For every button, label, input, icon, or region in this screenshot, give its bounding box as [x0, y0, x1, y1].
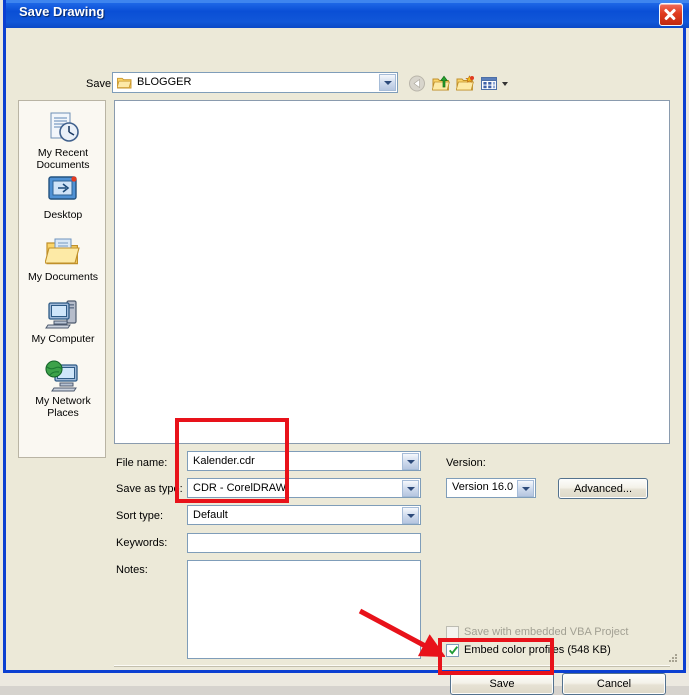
place-my-documents[interactable]: My Documents — [19, 235, 107, 283]
annotation-arrow-to-save — [358, 608, 445, 657]
file-name-label: File name: — [116, 457, 168, 469]
desktop-icon — [48, 176, 77, 200]
place-my-network-places[interactable]: My Network Places — [19, 359, 107, 419]
places-bar: My Recent Documents Desktop My Documents… — [18, 100, 106, 458]
sort-type-chevron-down-icon[interactable] — [402, 507, 419, 524]
sort-type-value: Default — [193, 509, 228, 521]
place-label-line1: My Computer — [31, 333, 95, 345]
my-documents-icon — [45, 238, 80, 265]
version-chevron-down-icon[interactable] — [517, 480, 534, 497]
chevron-glyph — [407, 460, 415, 464]
bottom-divider — [114, 665, 670, 667]
annotation-rect-save-button — [438, 638, 554, 675]
version-combobox[interactable]: Version 16.0 — [446, 478, 536, 498]
back-arrow-icon[interactable] — [408, 75, 427, 92]
dialog-client-area: Save in: BLOGGER My Recent Documents Des… — [6, 28, 683, 695]
save-button[interactable]: Save — [450, 673, 554, 695]
resize-gripper[interactable] — [667, 652, 679, 664]
up-folder-icon[interactable] — [432, 75, 451, 92]
keywords-input[interactable] — [187, 533, 421, 553]
chevron-down-icon[interactable] — [379, 74, 396, 91]
place-label-line1: Desktop — [43, 209, 83, 221]
sort-type-label: Sort type: — [116, 510, 164, 522]
file-list-pane[interactable] — [114, 100, 670, 444]
views-chevron-down-icon[interactable] — [502, 82, 508, 86]
chevron-glyph — [407, 487, 415, 491]
network-places-icon — [45, 360, 78, 392]
place-label-line2: Documents — [36, 159, 90, 171]
cancel-button-label: Cancel — [596, 678, 632, 690]
advanced-button[interactable]: Advanced... — [558, 478, 648, 499]
place-my-recent-documents[interactable]: My Recent Documents — [19, 111, 107, 171]
new-folder-icon[interactable] — [456, 75, 475, 92]
chevron-glyph — [522, 487, 530, 491]
views-grid-icon[interactable] — [480, 75, 499, 92]
advanced-button-label: Advanced... — [573, 483, 633, 495]
save-as-type-chevron-down-icon[interactable] — [402, 480, 419, 497]
save-in-value: BLOGGER — [137, 76, 192, 88]
cancel-button[interactable]: Cancel — [562, 673, 666, 695]
save-with-vba-label: Save with embedded VBA Project — [464, 626, 629, 638]
file-name-chevron-down-icon[interactable] — [402, 453, 419, 470]
recent-documents-icon — [50, 112, 79, 142]
close-icon[interactable] — [659, 3, 683, 26]
save-button-label: Save — [489, 678, 515, 690]
chevron-glyph — [384, 81, 392, 85]
save-as-type-label: Save as type: — [116, 483, 183, 495]
place-desktop[interactable]: Desktop — [19, 173, 107, 221]
place-label-line2: Places — [47, 407, 79, 419]
keywords-label: Keywords: — [116, 537, 168, 549]
version-label: Version: — [446, 457, 486, 469]
place-label-line1: My Documents — [27, 271, 99, 283]
my-computer-icon — [45, 300, 77, 329]
chevron-glyph — [407, 514, 415, 518]
place-label-line1: My Recent — [37, 147, 89, 159]
folder-icon — [117, 77, 132, 89]
save-drawing-dialog: Save Drawing Save in: BLOGGER My Recent … — [3, 0, 689, 695]
place-my-computer[interactable]: My Computer — [19, 297, 107, 345]
window-title: Save Drawing — [19, 4, 105, 19]
annotation-rect-file-fields — [175, 418, 289, 503]
title-bar[interactable]: Save Drawing — [6, 0, 689, 28]
notes-label: Notes: — [116, 564, 148, 576]
place-label-line1: My Network — [35, 395, 91, 407]
save-in-combobox[interactable]: BLOGGER — [112, 72, 398, 93]
title-bar-highlight — [6, 0, 689, 3]
version-value: Version 16.0 — [452, 481, 514, 493]
sort-type-combobox[interactable]: Default — [187, 505, 421, 525]
